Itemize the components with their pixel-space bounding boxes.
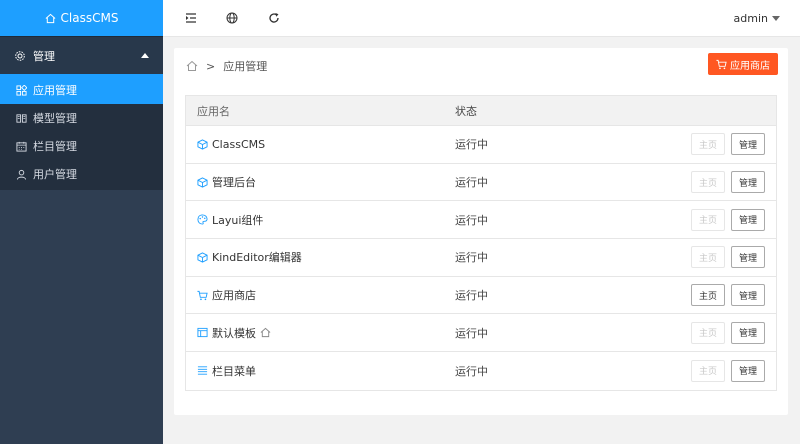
caret-up-icon [141, 53, 149, 58]
sidebar-group-label: 管理 [33, 49, 55, 63]
sidebar-item-label: 模型管理 [33, 112, 77, 125]
sidebar-item-apps[interactable]: 应用管理 [0, 76, 163, 104]
refresh-icon[interactable] [268, 12, 280, 24]
table-row: Layui组件 运行中 主页 管理 [186, 201, 776, 240]
app-name: 栏目菜单 [212, 364, 256, 378]
home-button: 主页 [691, 133, 725, 156]
manage-button[interactable]: 管理 [731, 246, 765, 269]
app-title: ClassCMS [60, 11, 119, 25]
app-name: 默认模板 [212, 326, 256, 340]
sidebar-item-models[interactable]: 模型管理 [0, 104, 163, 132]
cube-icon [197, 139, 208, 150]
app-name: 应用商店 [212, 289, 256, 303]
manage-button[interactable]: 管理 [731, 359, 765, 382]
column-header-name: 应用名 [197, 104, 230, 118]
app-logo[interactable]: ClassCMS [0, 0, 163, 36]
app-name: 管理后台 [212, 176, 256, 190]
home-icon [45, 13, 55, 23]
table-row: KindEditor编辑器 运行中 主页 管理 [186, 239, 776, 277]
sidebar-submenu: 应用管理 模型管理 栏目管理 用户管理 [0, 76, 163, 190]
cart-icon [197, 290, 208, 300]
list-icon [197, 366, 208, 376]
palette-icon [197, 214, 208, 225]
home-button: 主页 [691, 321, 725, 344]
manage-button[interactable]: 管理 [731, 133, 765, 156]
breadcrumb-current: 应用管理 [223, 60, 268, 73]
home-button: 主页 [691, 208, 725, 231]
app-status: 运行中 [455, 251, 488, 265]
home-icon[interactable] [186, 60, 198, 72]
breadcrumb: > 应用管理 [186, 58, 267, 74]
top-bar: admin [163, 0, 800, 37]
app-store-button[interactable]: 应用商店 [708, 53, 778, 75]
home-icon [260, 328, 271, 338]
calendar-icon [16, 141, 27, 152]
app-status: 运行中 [455, 138, 488, 152]
sidebar-group-manage[interactable]: 管理 [0, 36, 163, 74]
app-status: 运行中 [455, 364, 488, 378]
app-name: ClassCMS [212, 137, 266, 151]
home-button: 主页 [691, 359, 725, 382]
sidebar-item-users[interactable]: 用户管理 [0, 160, 163, 188]
cube-icon [197, 252, 208, 263]
home-button: 主页 [691, 171, 725, 194]
manage-button[interactable]: 管理 [731, 284, 765, 307]
app-grid-icon [16, 84, 27, 96]
user-icon [16, 169, 27, 180]
app-status: 运行中 [455, 326, 488, 340]
table-header: 应用名 状态 [186, 96, 776, 126]
manage-button[interactable]: 管理 [731, 321, 765, 344]
app-status: 运行中 [455, 289, 488, 303]
app-status: 运行中 [455, 176, 488, 190]
caret-down-icon[interactable] [772, 16, 780, 21]
sidebar-item-label: 栏目管理 [33, 140, 77, 153]
table-row: 应用商店 运行中 主页 管理 [186, 277, 776, 315]
app-name: Layui组件 [212, 213, 264, 227]
app-name: KindEditor编辑器 [212, 251, 302, 265]
manage-button[interactable]: 管理 [731, 208, 765, 231]
breadcrumb-separator: > [206, 59, 216, 73]
table-row: 默认模板 运行中 主页 管理 [186, 314, 776, 353]
main-content: > 应用管理 应用商店 应用名 状态 ClassCMS 运行中 主页 管理 管理… [174, 48, 788, 415]
sidebar-item-label: 应用管理 [33, 84, 77, 97]
column-header-status: 状态 [455, 104, 477, 118]
manage-button[interactable]: 管理 [731, 171, 765, 194]
sidebar-item-columns[interactable]: 栏目管理 [0, 132, 163, 160]
gear-icon [15, 50, 25, 61]
indent-icon[interactable] [185, 12, 197, 24]
app-store-button-label: 应用商店 [730, 60, 770, 72]
sidebar-item-label: 用户管理 [33, 168, 77, 181]
cart-icon [716, 59, 727, 69]
cube-icon [197, 176, 208, 188]
home-button[interactable]: 主页 [691, 284, 725, 307]
globe-icon[interactable] [226, 12, 238, 24]
app-status: 运行中 [455, 213, 488, 227]
book-icon [16, 113, 27, 123]
table-row: 管理后台 运行中 主页 管理 [186, 164, 776, 202]
user-menu[interactable]: admin [734, 12, 768, 25]
template-icon [197, 328, 208, 338]
sidebar: ClassCMS 管理 应用管理 模型管理 栏目管理 用户管理 [0, 0, 163, 444]
apps-table: 应用名 状态 ClassCMS 运行中 主页 管理 管理后台 运行中 主页 管理… [185, 95, 777, 391]
table-row: 栏目菜单 运行中 主页 管理 [186, 352, 776, 390]
table-row: ClassCMS 运行中 主页 管理 [186, 126, 776, 164]
home-button: 主页 [691, 246, 725, 269]
